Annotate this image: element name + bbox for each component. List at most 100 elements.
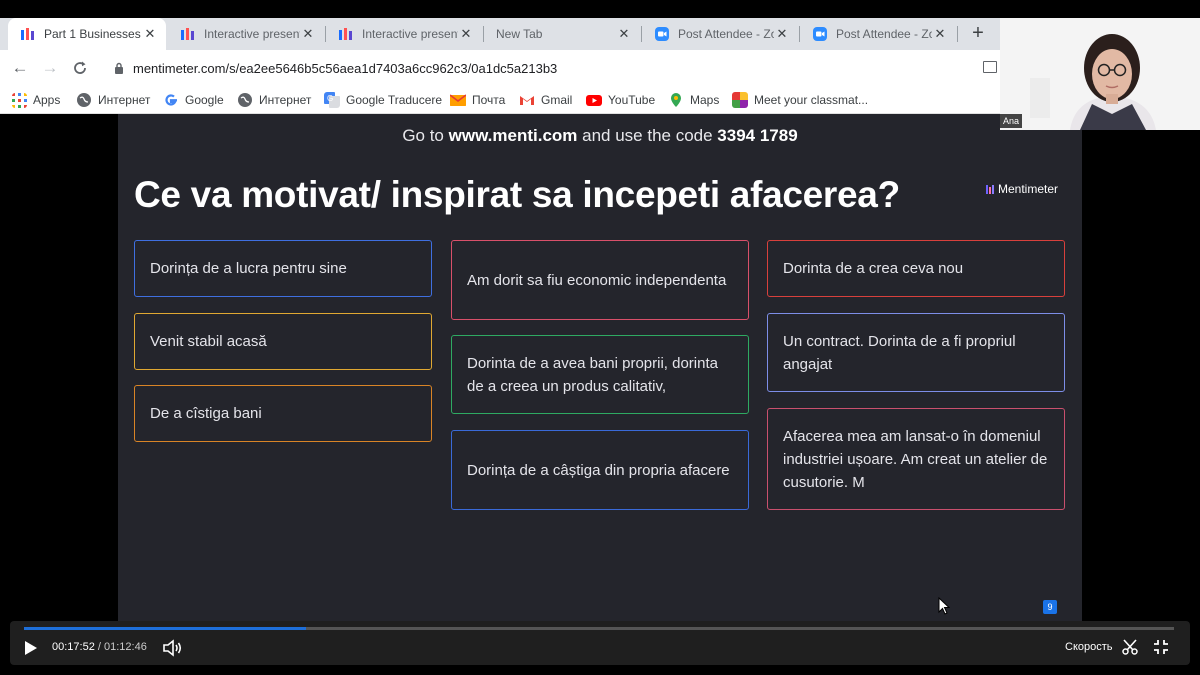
tab-strip: Part 1 Businesses - M ✕ Interactive pres… (0, 18, 1000, 50)
new-tab-button[interactable]: + (968, 23, 988, 44)
gmail-icon (520, 96, 534, 105)
mentimeter-icon (21, 28, 34, 40)
playback-speed-button[interactable]: Скорость (1065, 641, 1113, 653)
url-text: mentimeter.com/s/ea2ee5646b5c56aea1d7403… (133, 60, 558, 76)
bookmark-label: Google (185, 93, 224, 107)
screen: Part 1 Businesses - M ✕ Interactive pres… (0, 0, 1200, 675)
response-card: Dorința de a lucra pentru sine (134, 240, 432, 297)
response-card: Dorința de a câștiga din propria afacere (451, 430, 749, 510)
bookmark-gmail[interactable]: Gmail (519, 90, 572, 110)
tab-title: Interactive presentat (362, 27, 458, 41)
response-card: Am dorit sa fiu economic independenta (451, 240, 749, 320)
join-site: www.menti.com (448, 126, 578, 145)
globe-icon (77, 93, 91, 107)
response-text: Dorinta de a avea bani proprii, dorinta … (467, 354, 718, 395)
time-display: 00:17:52 / 01:12:46 (52, 641, 147, 653)
browser-toolbar: ← → mentimeter.com/s/ea2ee5646b5c56aea1d… (0, 50, 1000, 86)
response-card: Dorinta de a avea bani proprii, dorinta … (451, 335, 749, 414)
cast-icon[interactable] (983, 61, 997, 73)
close-icon[interactable]: ✕ (932, 26, 948, 42)
question-title: Ce va motivat/ inspirat sa incepeti afac… (134, 174, 900, 215)
tab-post-attendee-2[interactable]: Post Attendee - Zoo ✕ (800, 18, 956, 50)
join-code: 3394 1789 (717, 126, 798, 145)
address-bar[interactable]: mentimeter.com/s/ea2ee5646b5c56aea1d7403… (104, 55, 976, 81)
tab-title: Interactive presentat (204, 27, 300, 41)
bookmark-label: Gmail (541, 93, 573, 107)
current-time: 00:17:52 (52, 641, 95, 653)
tab-title: Part 1 Businesses - M (44, 27, 142, 41)
volume-icon[interactable] (163, 639, 183, 657)
bookmark-meet-classmates[interactable]: Meet your classmat... (732, 90, 868, 110)
play-icon[interactable] (24, 640, 38, 656)
globe-icon (238, 93, 252, 107)
close-icon[interactable]: ✕ (616, 26, 632, 42)
tab-interactive-presentation-2[interactable]: Interactive presentat ✕ (326, 18, 482, 50)
bookmark-internet-1[interactable]: Интернет (76, 90, 150, 110)
apps-grid-icon (12, 92, 27, 108)
response-text: De a cîstiga bani (150, 405, 262, 422)
close-icon[interactable]: ✕ (774, 26, 790, 42)
zoom-icon (813, 27, 827, 41)
response-text: Dorinta de a crea ceva nou (783, 260, 964, 277)
join-prefix: Go to (402, 126, 449, 145)
response-card: De a cîstiga bani (134, 385, 432, 442)
exit-fullscreen-icon[interactable] (1153, 639, 1169, 655)
bookmark-label: Meet your classmat... (754, 93, 869, 107)
classmates-icon (732, 92, 748, 108)
tab-part1-businesses[interactable]: Part 1 Businesses - M ✕ (8, 18, 166, 50)
close-icon[interactable]: ✕ (142, 26, 158, 42)
youtube-icon (586, 95, 602, 106)
tab-post-attendee-1[interactable]: Post Attendee - Zoo ✕ (642, 18, 798, 50)
maps-icon (671, 93, 681, 107)
mail-icon (450, 94, 466, 106)
video-player-controls: 00:17:52 / 01:12:46 Скорость (10, 621, 1190, 665)
presentation-slide: Go to www.menti.com and use the code 339… (118, 114, 1082, 621)
bookmark-youtube[interactable]: YouTube (586, 90, 655, 110)
bookmark-label: Google Traducere (346, 93, 443, 107)
google-icon (165, 94, 177, 106)
back-icon[interactable]: ← (10, 58, 30, 78)
bookmark-apps[interactable]: Apps (12, 90, 60, 110)
mentimeter-icon (339, 28, 352, 40)
tab-interactive-presentation-1[interactable]: Interactive presentat ✕ (168, 18, 324, 50)
bookmark-pochta[interactable]: Почта (450, 90, 505, 110)
response-count-badge: 9 (1043, 600, 1057, 614)
bookmark-google-traducere[interactable]: G Google Traducere (324, 90, 442, 110)
bookmark-label: YouTube (608, 93, 656, 107)
response-text: Dorința de a câștiga din propria afacere (467, 461, 730, 479)
response-card: Un contract. Dorinta de a fi propriul an… (767, 313, 1065, 392)
lock-icon (115, 62, 123, 74)
forward-icon[interactable]: → (40, 58, 60, 78)
seek-bar-progress (24, 627, 307, 630)
mouse-cursor-icon (938, 597, 950, 615)
google-translate-icon: G (324, 92, 340, 108)
bookmark-maps[interactable]: Maps (668, 90, 719, 110)
bookmark-label: Интернет (98, 93, 151, 107)
close-icon[interactable]: ✕ (300, 26, 316, 42)
bookmark-google[interactable]: Google (163, 90, 224, 110)
time-separator: / (94, 641, 104, 653)
response-text: Un contract. Dorinta de a fi propriul an… (783, 332, 1016, 373)
participant-name: Ana (1000, 114, 1023, 128)
join-instructions: Go to www.menti.com and use the code 339… (118, 126, 1082, 146)
mentimeter-icon (181, 28, 194, 40)
reload-icon[interactable] (72, 60, 88, 76)
svg-text:G: G (327, 94, 333, 103)
bookmarks-bar: Apps Интернет Google Интернет G Google T… (0, 86, 1000, 114)
close-icon[interactable]: ✕ (458, 26, 474, 42)
zoom-icon (655, 27, 669, 41)
tab-title: Post Attendee - Zoo (836, 27, 932, 41)
tab-new-tab[interactable]: New Tab ✕ (484, 18, 640, 50)
tab-title: Post Attendee - Zoo (678, 27, 774, 41)
bookmark-internet-2[interactable]: Интернет (237, 90, 311, 110)
duration: 01:12:46 (104, 641, 147, 653)
join-middle: and use the code (577, 126, 718, 145)
seek-bar[interactable] (24, 627, 1174, 630)
brand-name: Mentimeter (998, 182, 1059, 196)
webcam-person-image (1000, 18, 1200, 130)
webcam-video (1000, 18, 1200, 130)
mentimeter-logo-icon (986, 184, 994, 194)
tab-separator (957, 26, 958, 42)
tab-title: New Tab (496, 27, 543, 41)
scissors-icon[interactable] (1122, 639, 1138, 655)
